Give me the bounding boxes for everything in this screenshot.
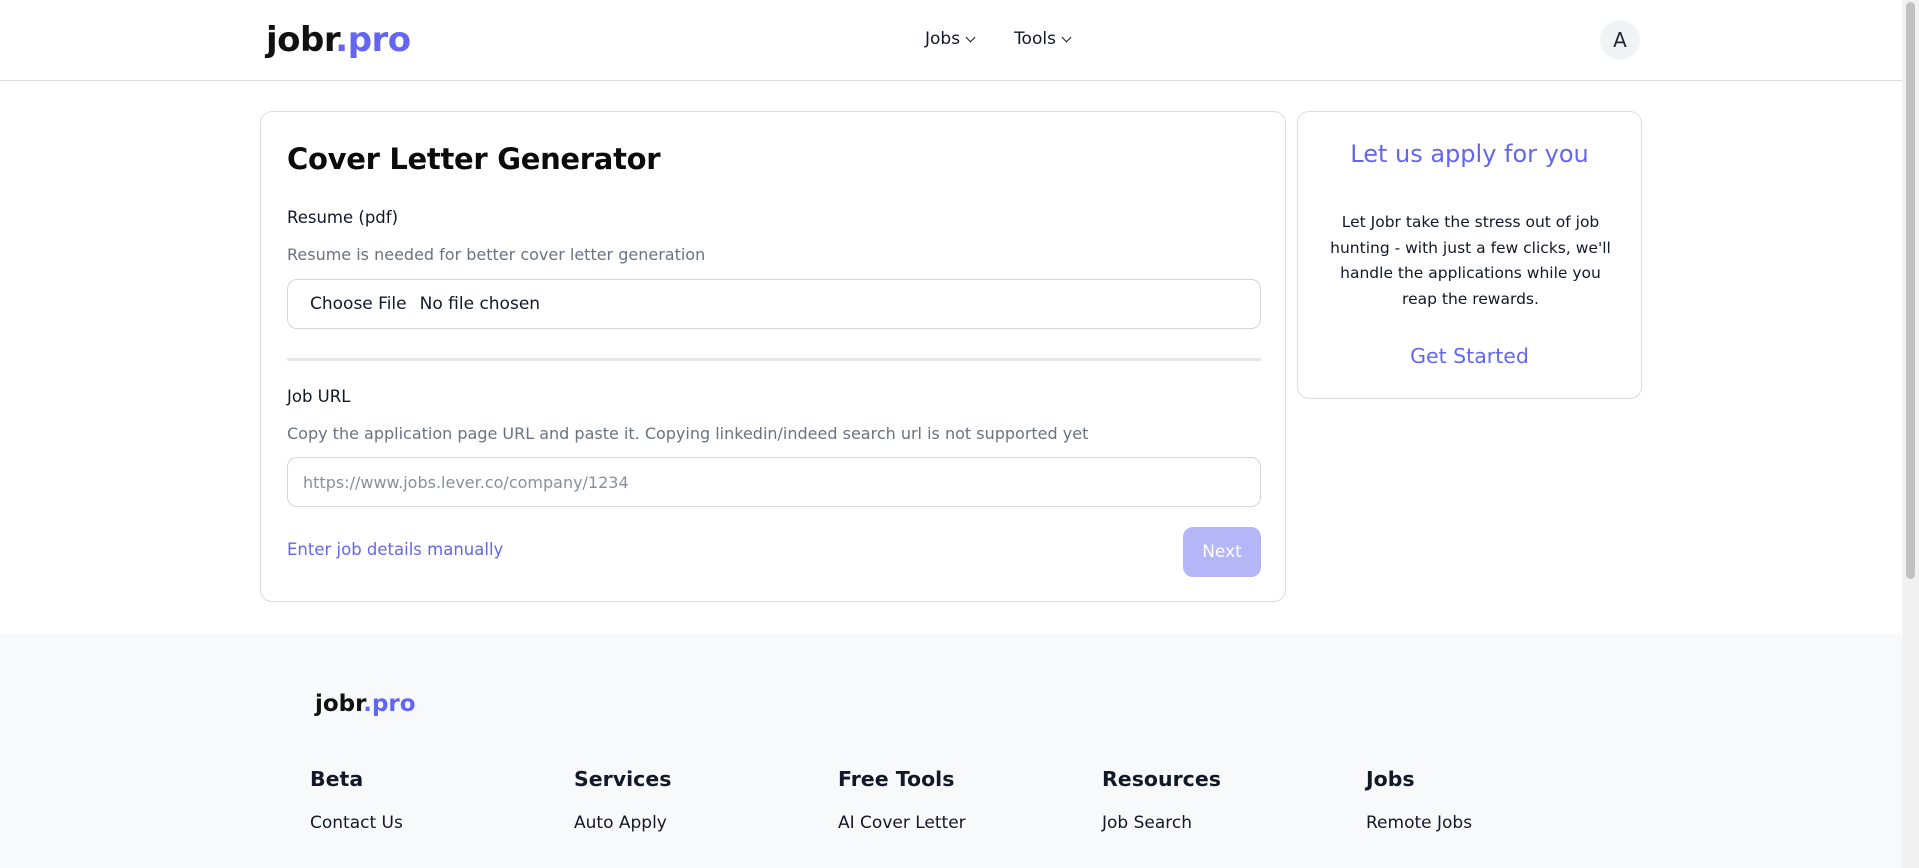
user-avatar[interactable]: A [1600, 20, 1640, 60]
chevron-down-icon [965, 32, 976, 42]
logo[interactable]: jobr.pro [266, 18, 411, 62]
cover-letter-form-card: Cover Letter Generator Resume (pdf) Resu… [260, 111, 1286, 602]
top-nav-bar: jobr.pro Jobs Tools A [0, 0, 1902, 81]
side-card-title: Let us apply for you [1350, 140, 1589, 168]
chevron-down-icon [1061, 32, 1072, 42]
footer-heading: Beta [310, 767, 364, 791]
footer-column-resources: Resources Job Search [1102, 767, 1366, 833]
resume-label: Resume (pdf) [287, 208, 399, 227]
footer-heading: Jobs [1366, 767, 1415, 791]
footer-link-ai-cover-letter[interactable]: AI Cover Letter [838, 813, 1102, 833]
enter-job-details-manually-link[interactable]: Enter job details manually [287, 540, 503, 559]
page-title: Cover Letter Generator [287, 142, 661, 176]
footer-columns: Beta Contact Us Services Auto Apply Free… [310, 767, 1630, 833]
side-card-text: Let Jobr take the stress out of job hunt… [1330, 213, 1611, 308]
footer-logo-accent: .pro [363, 691, 416, 717]
nav-tools-label: Tools [1014, 29, 1056, 49]
next-button[interactable]: Next [1183, 527, 1261, 577]
get-started-link[interactable]: Get Started [1298, 344, 1641, 368]
footer-heading: Resources [1102, 767, 1221, 791]
footer-column-jobs: Jobs Remote Jobs [1366, 767, 1630, 833]
footer-link-remote-jobs[interactable]: Remote Jobs [1366, 813, 1630, 833]
footer-column-beta: Beta Contact Us [310, 767, 574, 833]
apply-for-you-card: Let us apply for you Let Jobr take the s… [1297, 111, 1642, 399]
footer-column-free-tools: Free Tools AI Cover Letter [838, 767, 1102, 833]
choose-file-button[interactable]: Choose File [310, 294, 407, 314]
footer-logo-brand: jobr [315, 691, 364, 717]
logo-accent: .pro [335, 20, 411, 60]
resume-help-text: Resume is needed for better cover letter… [287, 245, 706, 264]
footer-link-auto-apply[interactable]: Auto Apply [574, 813, 838, 833]
resume-file-input[interactable]: Choose File No file chosen [287, 279, 1261, 329]
scrollbar-thumb[interactable] [1906, 2, 1915, 579]
main-nav: Jobs Tools [925, 26, 1072, 52]
logo-brand: jobr [266, 20, 336, 60]
divider [287, 358, 1261, 361]
footer-logo[interactable]: jobr.pro [315, 691, 416, 717]
footer-heading: Services [574, 767, 672, 791]
footer-heading: Free Tools [838, 767, 955, 791]
job-url-help-text: Copy the application page URL and paste … [287, 424, 1089, 443]
nav-tools-dropdown[interactable]: Tools [1014, 26, 1072, 52]
footer-link-contact-us[interactable]: Contact Us [310, 813, 574, 833]
nav-jobs-dropdown[interactable]: Jobs [925, 26, 976, 52]
nav-jobs-label: Jobs [925, 29, 961, 49]
file-status-text: No file chosen [419, 294, 541, 314]
job-url-input[interactable] [287, 457, 1261, 507]
footer-column-services: Services Auto Apply [574, 767, 838, 833]
job-url-label: Job URL [287, 387, 351, 406]
page-scrollbar[interactable] [1902, 0, 1919, 868]
footer-link-job-search[interactable]: Job Search [1102, 813, 1366, 833]
footer: jobr.pro Beta Contact Us Services Auto A… [0, 633, 1902, 868]
